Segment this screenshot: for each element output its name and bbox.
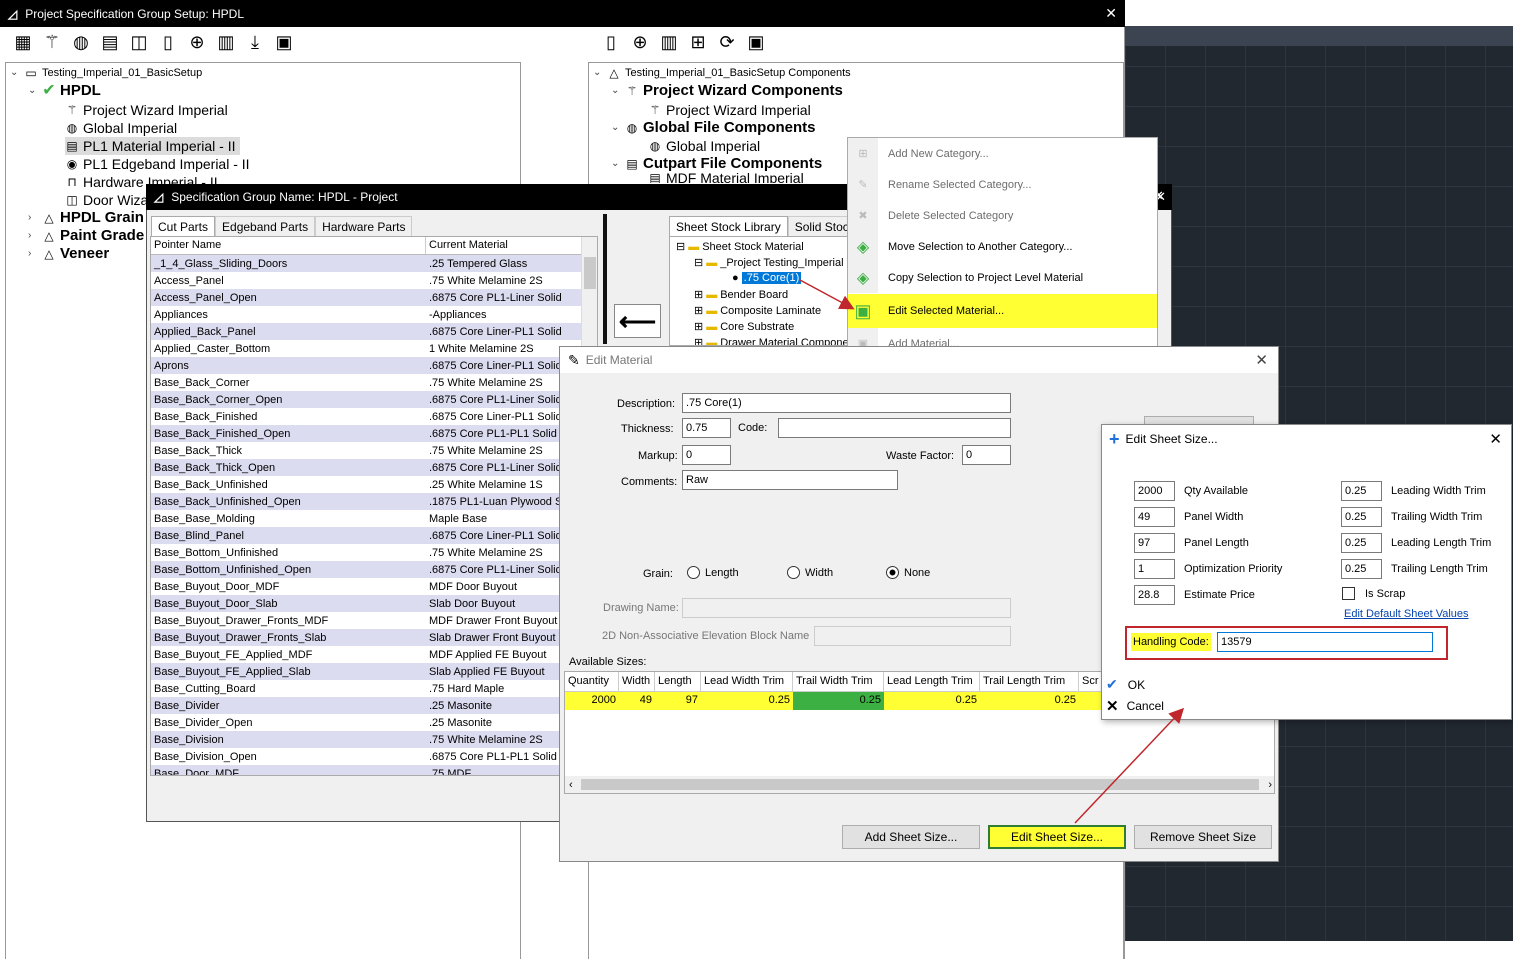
arrow-to-edit-material [799, 279, 855, 310]
annotation-arrows [799, 279, 1185, 824]
arrow-to-handling-code [1074, 707, 1185, 824]
